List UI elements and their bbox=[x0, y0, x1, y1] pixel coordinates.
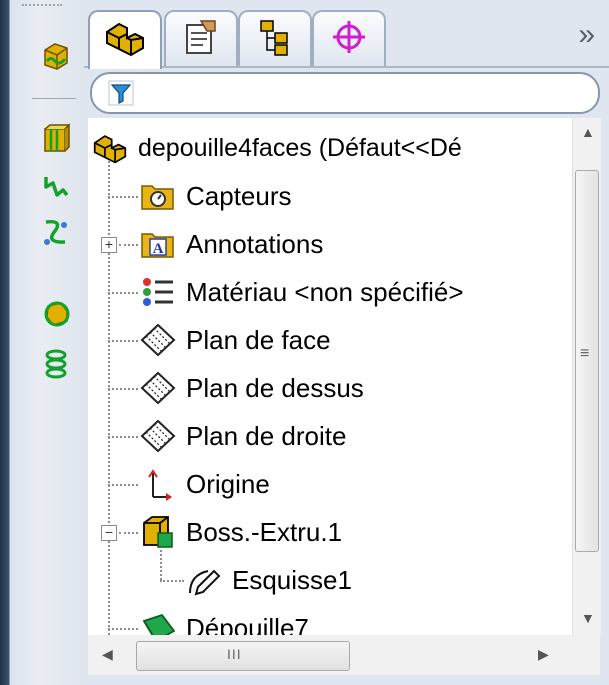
extruded-boss-icon[interactable] bbox=[38, 38, 74, 74]
tab-feature-manager[interactable] bbox=[88, 10, 162, 69]
scroll-right-arrow[interactable]: ▶ bbox=[538, 646, 549, 663]
tree-item-label: Capteurs bbox=[186, 180, 292, 211]
tree-item-plan-de-dessus[interactable]: Plan de dessus bbox=[138, 365, 364, 411]
tree-item-label: Plan de dessus bbox=[186, 372, 364, 403]
tree-item-boss-extrude[interactable]: Boss.-Extru.1 bbox=[138, 509, 342, 555]
vertical-scroll-thumb[interactable]: ≡ bbox=[575, 170, 599, 552]
tree-item-plan-de-droite[interactable]: Plan de droite bbox=[138, 413, 346, 459]
vertical-scrollbar[interactable]: ▲ ≡ ▼ bbox=[572, 118, 601, 635]
origin-icon bbox=[138, 464, 178, 504]
tabs-overflow-button[interactable]: » bbox=[578, 18, 595, 52]
sketch-icon bbox=[184, 560, 224, 600]
command-toolbar bbox=[0, 0, 84, 685]
scroll-grip: III bbox=[227, 646, 242, 662]
svg-text:A: A bbox=[153, 241, 164, 257]
property-manager-icon bbox=[181, 17, 221, 62]
tree-item-plan-de-face[interactable]: Plan de face bbox=[138, 317, 331, 363]
tree-item-esquisse[interactable]: Esquisse1 bbox=[184, 557, 352, 603]
scroll-down-arrow[interactable]: ▼ bbox=[581, 610, 595, 626]
tree-item-label: Boss.-Extru.1 bbox=[186, 516, 343, 547]
sketch-line-icon[interactable] bbox=[38, 170, 74, 206]
tree-item-material[interactable]: Matériau <non spécifié> bbox=[138, 269, 464, 315]
tree-connector bbox=[108, 388, 138, 390]
revolve-icon[interactable] bbox=[38, 296, 74, 332]
annotations-folder-icon: A bbox=[138, 224, 178, 264]
plane-icon bbox=[138, 320, 178, 360]
tab-strip-divider bbox=[84, 66, 609, 68]
part-icon bbox=[90, 128, 130, 168]
filter-icon[interactable] bbox=[108, 80, 134, 111]
sheet-rib-icon[interactable] bbox=[38, 120, 74, 156]
scrollbar-corner bbox=[572, 635, 600, 675]
tree-item-label: Annotations bbox=[186, 228, 324, 259]
tree-item-origine[interactable]: Origine bbox=[138, 461, 270, 507]
draft-icon bbox=[138, 608, 178, 635]
search-filter-field[interactable] bbox=[90, 72, 600, 114]
tree-connector bbox=[108, 340, 138, 342]
tree-item-label: Matériau <non spécifié> bbox=[186, 276, 464, 307]
tree-root-label: depouille4faces (Défaut<<Dé bbox=[138, 133, 462, 162]
helix-icon[interactable] bbox=[38, 346, 74, 382]
tree-item-depouille[interactable]: Dépouille7 bbox=[138, 605, 309, 635]
tree-connector bbox=[108, 292, 138, 294]
tab-configuration-manager[interactable] bbox=[238, 10, 312, 66]
scroll-grip: ≡ bbox=[580, 345, 590, 362]
tab-property-manager[interactable] bbox=[164, 10, 238, 66]
tree-item-label: Plan de face bbox=[186, 324, 331, 355]
expand-annotations-button[interactable]: + bbox=[101, 237, 117, 253]
tree-item-label: Plan de droite bbox=[186, 420, 347, 451]
feature-manager-icon bbox=[103, 18, 147, 63]
tree-item-label: Origine bbox=[186, 468, 270, 499]
tree-connector bbox=[119, 244, 138, 246]
boss-extrude-icon bbox=[138, 512, 178, 552]
horizontal-scrollbar[interactable]: ◀ III ▶ bbox=[88, 635, 572, 675]
tree-connector bbox=[119, 532, 138, 534]
scroll-left-arrow[interactable]: ◀ bbox=[102, 646, 113, 663]
spline-icon[interactable] bbox=[38, 214, 74, 250]
toolbar-separator bbox=[32, 98, 76, 99]
material-icon bbox=[138, 272, 178, 312]
tree-connector bbox=[108, 436, 138, 438]
configuration-manager-icon bbox=[255, 17, 295, 62]
collapse-boss-extrude-button[interactable]: − bbox=[101, 525, 117, 541]
scroll-up-arrow[interactable]: ▲ bbox=[581, 124, 595, 140]
feature-tree[interactable]: + − depouille4faces (Défaut<<Dé Capteurs… bbox=[88, 118, 572, 635]
plane-icon bbox=[138, 368, 178, 408]
sensors-folder-icon bbox=[138, 176, 178, 216]
tab-dimxpert-manager[interactable] bbox=[312, 10, 386, 66]
plane-icon bbox=[138, 416, 178, 456]
feature-manager-panel: » + − depouille4faces (Défaut<<Dé Capteu… bbox=[84, 0, 609, 685]
tree-root[interactable]: depouille4faces (Défaut<<Dé bbox=[90, 125, 462, 171]
toolbar-grip[interactable] bbox=[22, 4, 62, 9]
tree-item-label: Dépouille7 bbox=[186, 612, 309, 636]
tree-item-label: Esquisse1 bbox=[232, 564, 352, 595]
tree-connector bbox=[160, 580, 184, 582]
tree-item-capteurs[interactable]: Capteurs bbox=[138, 173, 292, 219]
horizontal-scroll-thumb[interactable]: III bbox=[136, 641, 350, 671]
tree-item-annotations[interactable]: A Annotations bbox=[138, 221, 323, 267]
tree-connector bbox=[108, 196, 138, 198]
tree-connector bbox=[108, 484, 138, 486]
tree-connector bbox=[108, 628, 138, 630]
dimxpert-manager-icon bbox=[329, 17, 369, 62]
